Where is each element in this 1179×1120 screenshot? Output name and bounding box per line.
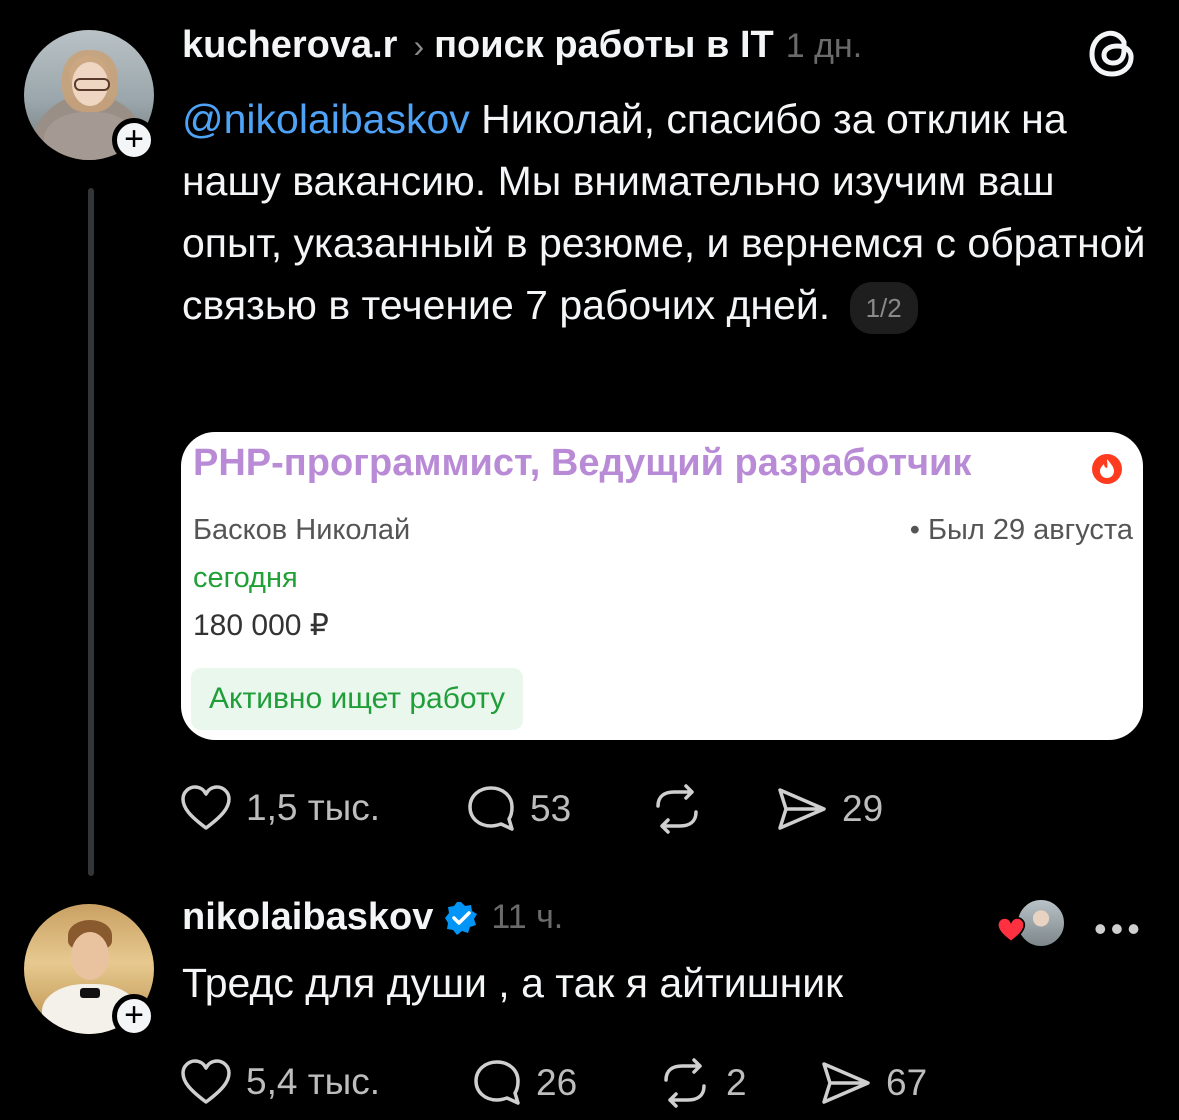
send-icon xyxy=(822,1062,870,1104)
username[interactable]: kucherova.r xyxy=(182,24,397,66)
comment-button[interactable]: 53 xyxy=(466,784,571,834)
comment-count: 53 xyxy=(530,788,572,829)
like-button[interactable]: 1,5 тыс. xyxy=(180,784,380,832)
mention-link[interactable]: @nikolaibaskov xyxy=(182,96,470,142)
page-indicator[interactable]: 1/2 xyxy=(849,282,918,335)
threads-logo-icon xyxy=(1089,30,1134,77)
post1-actions: 1,5 тыс. 53 29 xyxy=(180,784,940,836)
resume-card-image[interactable]: PHP-программист, Ведущий разработчик Бас… xyxy=(181,432,1143,740)
comment-icon xyxy=(468,786,514,831)
reply-time: 11 ч. xyxy=(491,898,564,936)
last-seen: • Был 29 августа xyxy=(909,514,1133,546)
username[interactable]: nikolaibaskov xyxy=(182,896,433,939)
repost-count: 2 xyxy=(726,1062,747,1103)
post-header: kucherova.r › поиск работы в IT 1 дн. xyxy=(182,24,862,67)
status-badge: Активно ищет работу xyxy=(191,668,524,730)
chevron-right-icon: › xyxy=(413,28,425,64)
thread-line xyxy=(88,188,94,876)
comment-button[interactable]: 26 xyxy=(472,1058,577,1108)
repost-icon xyxy=(656,784,698,834)
post-text: @nikolaibaskov Николай, спасибо за откли… xyxy=(182,88,1162,336)
post-time: 1 дн. xyxy=(785,27,863,65)
reply-text: Тредс для души , а так я айтишник xyxy=(182,960,844,1006)
card-title: PHP-программист, Ведущий разработчик xyxy=(193,442,972,484)
share-button[interactable]: 29 xyxy=(776,784,883,834)
repost-button[interactable] xyxy=(650,784,718,834)
topic-tag[interactable]: поиск работы в IT xyxy=(434,24,774,66)
fire-icon xyxy=(1092,454,1122,484)
follow-plus-icon[interactable]: + xyxy=(112,994,156,1038)
liked-by-author xyxy=(996,898,1066,948)
salary: 180 000 ₽ xyxy=(193,609,329,642)
like-button[interactable]: 5,4 тыс. xyxy=(180,1058,380,1106)
repost-button[interactable]: 2 xyxy=(658,1058,747,1108)
share-count: 29 xyxy=(842,788,884,829)
like-count: 1,5 тыс. xyxy=(246,787,381,828)
heart-filled-icon xyxy=(996,917,1026,943)
more-options-icon[interactable]: ••• xyxy=(1094,908,1144,950)
updated-today: сегодня xyxy=(193,562,298,594)
share-count: 67 xyxy=(886,1062,928,1103)
comment-icon xyxy=(474,1060,520,1105)
follow-plus-icon[interactable]: + xyxy=(112,118,156,162)
post2-actions: 5,4 тыс. 26 2 67 xyxy=(180,1058,980,1110)
share-button[interactable]: 67 xyxy=(820,1058,927,1108)
repost-icon xyxy=(664,1058,706,1108)
heart-icon xyxy=(181,785,231,830)
comment-count: 26 xyxy=(536,1062,578,1103)
like-count: 5,4 тыс. xyxy=(246,1061,381,1102)
verified-badge-icon xyxy=(445,901,478,935)
send-icon xyxy=(778,788,826,830)
heart-icon xyxy=(181,1059,231,1104)
candidate-name: Басков Николай xyxy=(193,514,411,546)
reply-header: nikolaibaskov 11 ч. xyxy=(182,896,563,939)
